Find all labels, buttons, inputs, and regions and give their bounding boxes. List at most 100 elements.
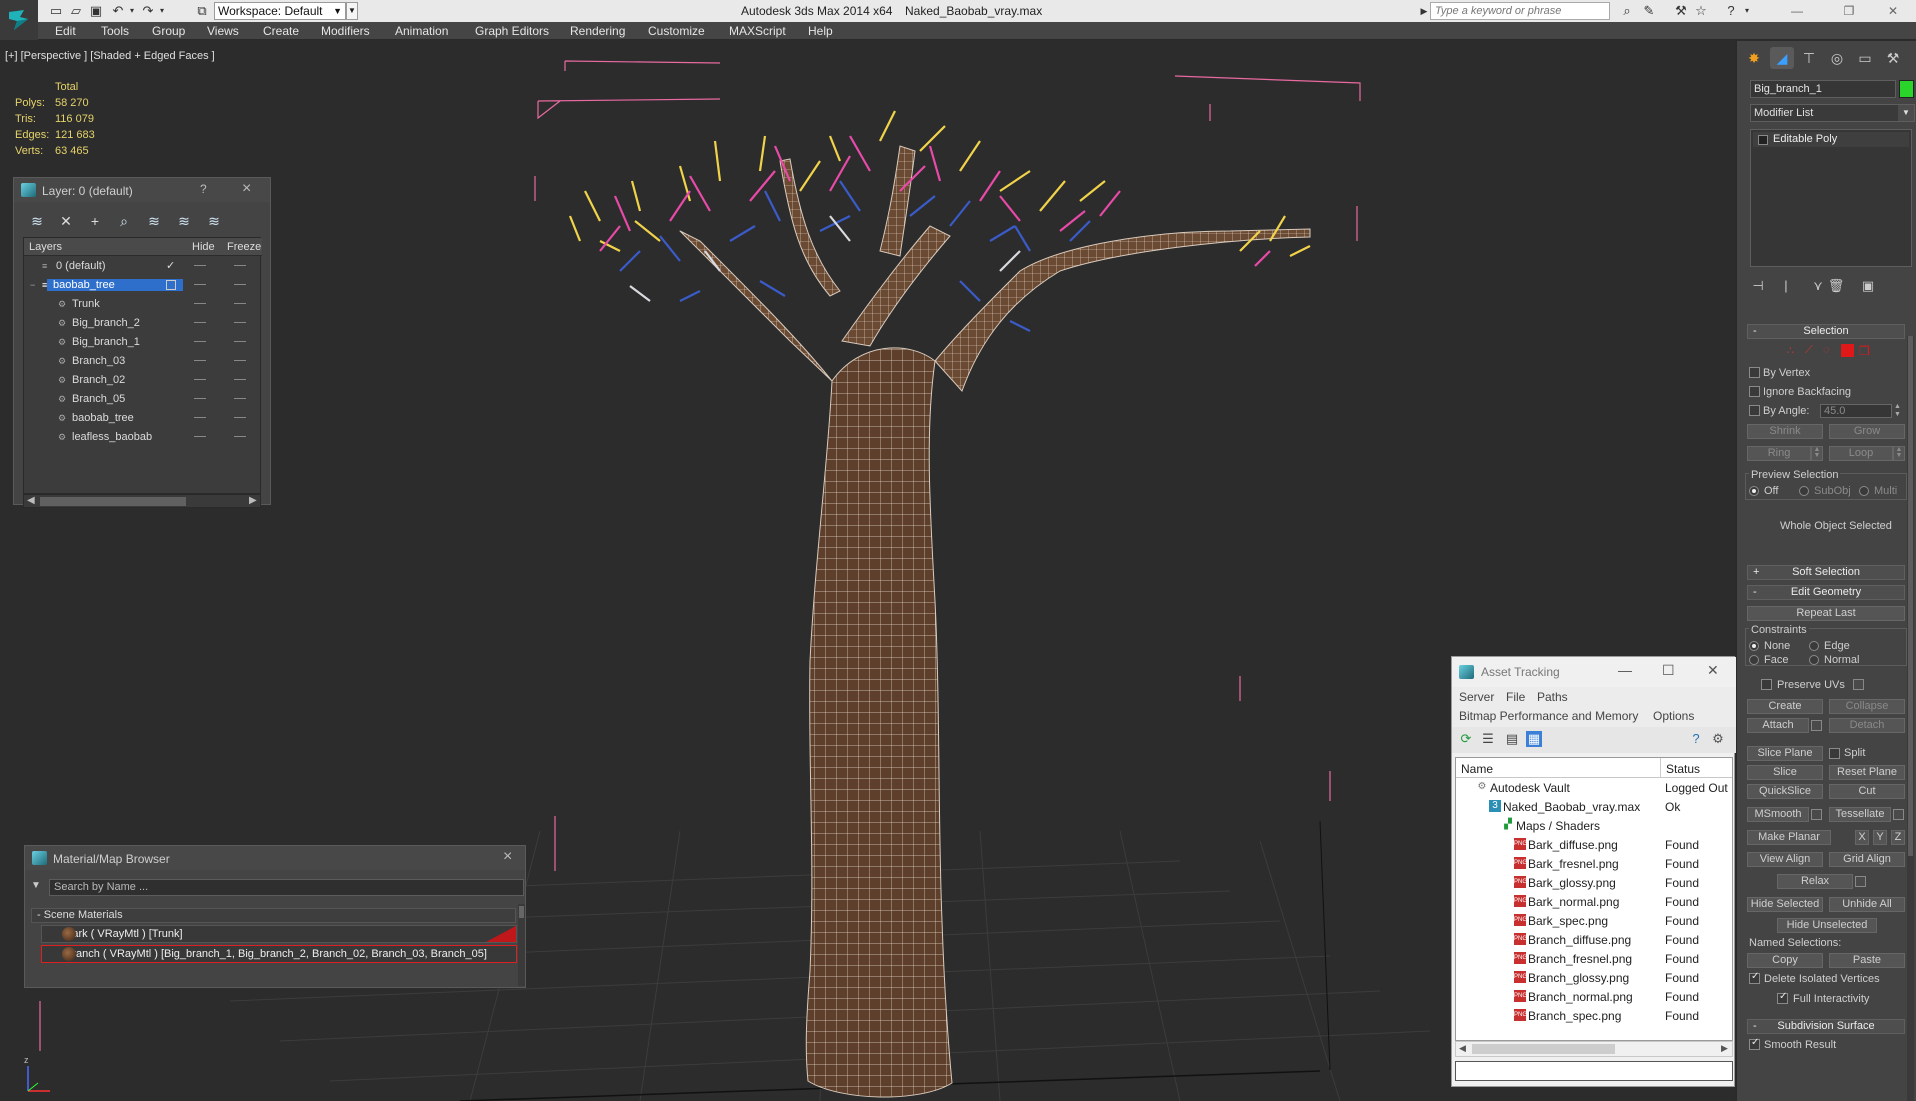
binoculars-icon[interactable]: ⌕ bbox=[1618, 3, 1636, 19]
minimize-button[interactable]: — bbox=[1780, 0, 1814, 22]
edit-geometry-rollout-header[interactable]: - Edit Geometry bbox=[1747, 585, 1905, 600]
layer-row-default[interactable]: ≡ 0 (default) ✓ bbox=[24, 257, 262, 276]
material-browser-scrollbar[interactable] bbox=[518, 904, 525, 986]
angle-spinner[interactable]: 45.0 bbox=[1820, 404, 1892, 418]
hide-toggle[interactable] bbox=[194, 322, 206, 323]
object-color-swatch[interactable] bbox=[1899, 80, 1914, 98]
hide-toggle[interactable] bbox=[194, 417, 206, 418]
modifier-stack[interactable]: Editable Poly bbox=[1750, 129, 1912, 267]
search-input[interactable]: Type a keyword or phrase bbox=[1430, 2, 1610, 20]
menu-rendering[interactable]: Rendering bbox=[570, 24, 625, 38]
list-view-icon[interactable]: ☰ bbox=[1480, 731, 1496, 747]
pin-stack-icon[interactable]: ⊣ bbox=[1749, 278, 1767, 294]
material-row-bark[interactable]: Bark ( VRayMtl ) [Trunk] bbox=[41, 925, 517, 943]
column-freeze[interactable]: Freeze bbox=[227, 241, 261, 253]
create-button[interactable]: Create bbox=[1747, 699, 1823, 714]
scroll-right-icon[interactable]: ▶ bbox=[249, 495, 257, 506]
help-dropdown-icon[interactable]: ▾ bbox=[1738, 3, 1756, 19]
planar-y-button[interactable]: Y bbox=[1873, 830, 1887, 845]
slice-button[interactable]: Slice bbox=[1747, 765, 1823, 780]
close-icon[interactable]: × bbox=[242, 180, 251, 198]
minimize-icon[interactable]: — bbox=[1618, 662, 1632, 678]
relax-button[interactable]: Relax bbox=[1777, 874, 1853, 889]
object-row-big-branch-1[interactable]: ⚙ Big_branch_1 bbox=[24, 333, 262, 352]
menu-paths[interactable]: Paths bbox=[1537, 690, 1568, 704]
vertex-mode-icon[interactable]: ∴ bbox=[1787, 344, 1800, 357]
asset-row[interactable]: PNG Bark_fresnel.png Found bbox=[1456, 854, 1732, 873]
hide-toggle[interactable] bbox=[194, 398, 206, 399]
freeze-toggle[interactable] bbox=[234, 303, 246, 304]
stack-item-editable-poly[interactable]: Editable Poly bbox=[1753, 132, 1909, 147]
command-panel-scrollbar[interactable] bbox=[1907, 336, 1914, 1101]
undo-dropdown-icon[interactable]: ▾ bbox=[124, 3, 140, 19]
attach-button[interactable]: Attach bbox=[1747, 718, 1809, 733]
column-layers[interactable]: Layers bbox=[29, 241, 62, 253]
relax-settings-icon[interactable] bbox=[1855, 876, 1866, 887]
highlight-layer-icon[interactable]: ≋ bbox=[145, 212, 163, 230]
scroll-left-icon[interactable]: ◀ bbox=[1459, 1043, 1466, 1054]
create-layer-icon[interactable]: ≋ bbox=[28, 212, 46, 230]
shrink-button[interactable]: Shrink bbox=[1747, 424, 1823, 439]
object-row-trunk[interactable]: ⚙ Trunk bbox=[24, 295, 262, 314]
object-row-leafless-baobab[interactable]: ⚙ leafless_baobab bbox=[24, 428, 262, 447]
help-button[interactable]: ? bbox=[200, 182, 207, 196]
split-checkbox[interactable] bbox=[1829, 748, 1840, 759]
menu-modifiers[interactable]: Modifiers bbox=[321, 24, 370, 38]
freeze-all-layers-icon[interactable]: ≋ bbox=[205, 212, 223, 230]
tessellate-settings-icon[interactable] bbox=[1893, 809, 1904, 820]
layer-row-baobab-tree[interactable]: − ≡ baobab_tree bbox=[24, 276, 262, 295]
object-name-field[interactable]: Big_branch_1 bbox=[1750, 80, 1896, 98]
loop-spinner[interactable]: ▲ ▼ bbox=[1893, 446, 1905, 461]
hide-all-layers-icon[interactable]: ≋ bbox=[175, 212, 193, 230]
hide-selected-button[interactable]: Hide Selected bbox=[1747, 897, 1823, 912]
collapse-icon[interactable]: − bbox=[30, 280, 40, 290]
column-name[interactable]: Name bbox=[1461, 762, 1493, 776]
menu-server[interactable]: Server bbox=[1459, 690, 1494, 704]
asset-row[interactable]: PNG Branch_glossy.png Found bbox=[1456, 968, 1732, 987]
material-search-input[interactable]: Search by Name ... bbox=[49, 879, 524, 896]
object-row-branch-05[interactable]: ⚙ Branch_05 bbox=[24, 390, 262, 409]
asset-row[interactable]: ⚙ Autodesk Vault Logged Out bbox=[1456, 778, 1732, 797]
freeze-toggle[interactable] bbox=[234, 417, 246, 418]
make-unique-icon[interactable]: ⋎ bbox=[1809, 278, 1827, 294]
repeat-last-button[interactable]: Repeat Last bbox=[1747, 606, 1905, 621]
scroll-thumb[interactable] bbox=[1472, 1044, 1615, 1054]
cut-button[interactable]: Cut bbox=[1829, 784, 1905, 799]
asset-row[interactable]: PNG Bark_normal.png Found bbox=[1456, 892, 1732, 911]
menu-create[interactable]: Create bbox=[263, 24, 299, 38]
border-mode-icon[interactable]: ◌ bbox=[1823, 344, 1836, 357]
active-layer-box[interactable] bbox=[166, 280, 176, 290]
configure-sets-icon[interactable]: ▣ bbox=[1859, 278, 1877, 294]
redo-dropdown-icon[interactable]: ▾ bbox=[154, 3, 170, 19]
object-row-branch-03[interactable]: ⚙ Branch_03 bbox=[24, 352, 262, 371]
object-row-baobab-tree[interactable]: ⚙ baobab_tree bbox=[24, 409, 262, 428]
close-window-button[interactable]: ✕ bbox=[1876, 0, 1910, 22]
constraint-edge-radio[interactable] bbox=[1809, 641, 1819, 651]
close-icon[interactable]: × bbox=[503, 848, 512, 866]
menu-animation[interactable]: Animation bbox=[395, 24, 448, 38]
asset-tracking-titlebar[interactable]: Asset Tracking — ☐ ✕ bbox=[1452, 657, 1736, 687]
preview-off-radio[interactable] bbox=[1749, 486, 1759, 496]
constraint-face-radio[interactable] bbox=[1749, 655, 1759, 665]
layer-list[interactable]: Layers Hide Freeze ≡ 0 (default) ✓ − ≡ b… bbox=[23, 237, 262, 494]
freeze-toggle[interactable] bbox=[234, 379, 246, 380]
menu-edit[interactable]: Edit bbox=[55, 24, 76, 38]
msmooth-settings-icon[interactable] bbox=[1811, 809, 1822, 820]
maximize-button[interactable]: ❐ bbox=[1832, 0, 1866, 22]
asset-row[interactable]: PNG Bark_spec.png Found bbox=[1456, 911, 1732, 930]
hide-toggle[interactable] bbox=[194, 360, 206, 361]
new-file-icon[interactable]: ▭ bbox=[48, 3, 64, 19]
smooth-result-checkbox[interactable] bbox=[1749, 1037, 1760, 1050]
display-tab-icon[interactable]: ▭ bbox=[1853, 47, 1877, 69]
utilities-tab-icon[interactable]: ⚒ bbox=[1881, 47, 1905, 69]
edge-mode-icon[interactable]: ⟋ bbox=[1805, 344, 1818, 357]
modifier-list-dropdown[interactable]: Modifier List ▼ bbox=[1750, 104, 1915, 122]
preserve-uvs-settings-icon[interactable] bbox=[1853, 679, 1864, 690]
grow-button[interactable]: Grow bbox=[1829, 424, 1905, 439]
remove-modifier-icon[interactable]: 🗑 bbox=[1827, 278, 1845, 294]
modify-tab-icon[interactable]: ◢ bbox=[1770, 47, 1794, 69]
column-divider[interactable] bbox=[1660, 758, 1661, 778]
workspace-options-button[interactable]: ▼ bbox=[346, 2, 358, 20]
menu-file[interactable]: File bbox=[1506, 690, 1525, 704]
copy-button[interactable]: Copy bbox=[1747, 953, 1823, 968]
